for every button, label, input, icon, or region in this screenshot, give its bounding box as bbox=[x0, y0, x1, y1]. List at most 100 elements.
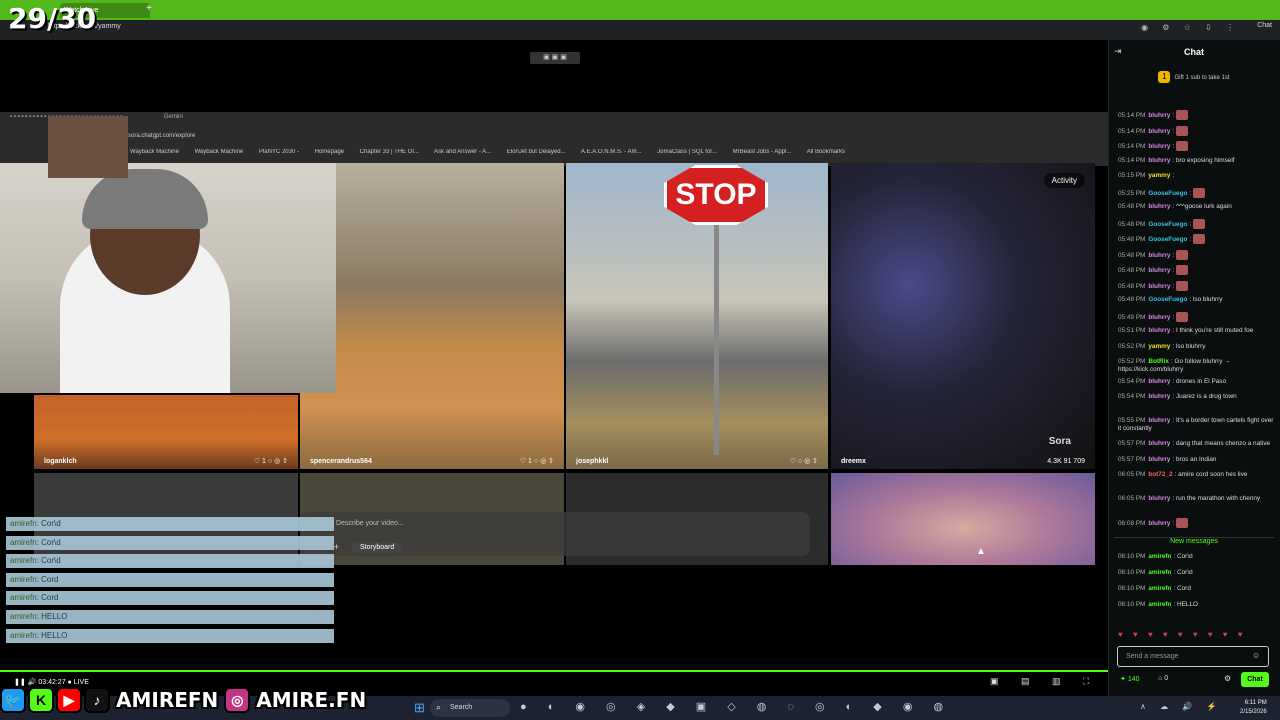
chat-username[interactable]: bluhrry bbox=[1148, 314, 1170, 321]
bookmark: Chapter 33 | THE Ol... bbox=[359, 149, 419, 155]
chat-send-button[interactable]: Chat bbox=[1241, 672, 1269, 687]
chat-message: 05:14 PM bluhrry: bbox=[1118, 141, 1274, 151]
chat-time: 05:14 PM bbox=[1118, 127, 1146, 135]
chat-message: 06:10 PM amirefn: Cor\d bbox=[1118, 553, 1193, 560]
chat-text: bros an Indian bbox=[1175, 456, 1217, 463]
chat-username[interactable]: bluhrry bbox=[1148, 128, 1170, 135]
chat-username[interactable]: bluhrry bbox=[1148, 495, 1170, 502]
new-tab-icon[interactable]: + bbox=[146, 3, 152, 14]
chat-username[interactable]: GooseFuego bbox=[1148, 190, 1187, 197]
emote-icon bbox=[1175, 281, 1188, 291]
system-tray[interactable]: ∧ ☁ 🔊 ⚡ bbox=[1140, 702, 1222, 711]
chat-username[interactable]: bluhrry bbox=[1148, 143, 1170, 150]
chat-username[interactable]: bluhrry bbox=[1148, 203, 1170, 210]
chat-username[interactable]: bluhrry bbox=[1148, 267, 1170, 274]
overlay-chat-text: Cor\d bbox=[41, 556, 61, 565]
chat-text: I think you're still muted foe bbox=[1175, 327, 1254, 334]
chat-username[interactable]: bluhrry bbox=[1148, 378, 1170, 385]
activity-button: Activity bbox=[1043, 173, 1085, 188]
chat-message: 06:10 PM amirefn: HELLO bbox=[1118, 601, 1198, 608]
overlay-chat-text: Cor\d bbox=[41, 538, 61, 547]
stop-sign: STOP bbox=[664, 165, 768, 225]
stop-pole bbox=[714, 225, 719, 455]
chat-message: 05:48 PM bluhrry: bbox=[1118, 250, 1274, 260]
chat-username[interactable]: GooseFuego bbox=[1148, 221, 1187, 228]
chat-text: run the marathon with chenny bbox=[1175, 495, 1261, 502]
extension-icons[interactable]: ◉ ⚙ ☆ ⇩ ⋮ bbox=[1141, 23, 1240, 32]
overlay-chat-user: amirefn bbox=[10, 538, 37, 547]
chat-time: 05:48 PM bbox=[1118, 266, 1146, 274]
emote-icon bbox=[1175, 110, 1188, 120]
chat-message: 05:14 PM bluhrry: bbox=[1118, 126, 1274, 136]
emote-quick-bar[interactable]: ♥ ♥ ♥ ♥ ♥ ♥ ♥ ♥ ♥ bbox=[1118, 630, 1247, 639]
prompt-input: Describe your video... bbox=[336, 520, 404, 527]
chat-message: 05:14 PM bluhrry: bro exposing himself bbox=[1118, 157, 1235, 164]
taskbar-search[interactable]: Search bbox=[430, 699, 510, 717]
chat-username[interactable]: bluhrry bbox=[1148, 327, 1170, 334]
chat-username[interactable]: bluhrry bbox=[1148, 112, 1170, 119]
chat-time: 06:10 PM bbox=[1118, 553, 1146, 560]
chat-text: Cord bbox=[1177, 585, 1191, 592]
tile-stats: ♡ ○ ◎ ⇧ bbox=[789, 458, 818, 465]
chat-username[interactable]: yammy bbox=[1148, 172, 1170, 179]
chat-time: 05:48 PM bbox=[1118, 282, 1146, 290]
chat-username[interactable]: amirefn bbox=[1148, 553, 1171, 560]
chat-username[interactable]: yammy bbox=[1148, 343, 1170, 350]
tiktok-icon: ♪ bbox=[84, 687, 110, 713]
chat-username[interactable]: bluhrry bbox=[1148, 520, 1170, 527]
emoji-icon[interactable]: ☺ bbox=[1252, 651, 1260, 660]
chat-message: 05:14 PM bluhrry: bbox=[1118, 110, 1274, 120]
channel-points[interactable]: ✦ 140 bbox=[1120, 675, 1140, 683]
chat-username[interactable]: bluhrry bbox=[1148, 417, 1170, 424]
chat-username[interactable]: bluhrry bbox=[1148, 283, 1170, 290]
chat-time: 05:49 PM bbox=[1118, 313, 1146, 321]
sora-watermark: Sora bbox=[1048, 436, 1071, 447]
chat-message: 05:48 PM bluhrry: ^^^goose lurk again bbox=[1118, 203, 1232, 210]
chat-message: 06:10 PM amirefn: Cord bbox=[1118, 585, 1191, 592]
overlay-chat-text: HELLO bbox=[41, 612, 68, 621]
chat-message: 06:08 PM bluhrry: bbox=[1118, 518, 1274, 528]
chat-username[interactable]: bluhrry bbox=[1148, 393, 1170, 400]
chat-message: 06:05 PM bluhrry: run the marathon with c… bbox=[1118, 495, 1261, 502]
clock-time: 6:11 PM bbox=[1244, 700, 1267, 706]
taskbar-apps[interactable]: ● ◐ ◉ ◎ ◈ ◆ ▣ ◇ ◍ ◌ ◎ ◐ ◆ ◉ ◍ bbox=[520, 700, 952, 713]
chat-username[interactable]: bluhrry bbox=[1148, 456, 1170, 463]
points-value: 140 bbox=[1127, 676, 1140, 683]
live-timestamp: ❚❚ 🔊 03:42:27 ● LIVE bbox=[14, 679, 89, 686]
profile-chat-label[interactable]: Chat bbox=[1257, 22, 1272, 29]
chat-username[interactable]: amirefn bbox=[1148, 585, 1171, 592]
chat-time: 05:48 PM bbox=[1118, 220, 1146, 228]
chat-time: 05:15 PM bbox=[1118, 172, 1146, 179]
chat-message: 05:55 PM bluhrry: It's a border town cart… bbox=[1118, 417, 1274, 432]
chat-username[interactable]: GooseFuego bbox=[1148, 296, 1187, 303]
chat-input[interactable]: Send a message bbox=[1117, 646, 1269, 667]
tile-username: spencerandrus564 bbox=[310, 458, 372, 465]
address-bar-row: https://kick.com/yammy ◉ ⚙ ☆ ⇩ ⋮ Chat bbox=[0, 20, 1280, 40]
chat-username[interactable]: bluhrry bbox=[1148, 157, 1170, 164]
gear-icon[interactable]: ⚙ bbox=[1224, 674, 1231, 683]
stream-toolbar[interactable]: ▣ ▣ ▣ bbox=[530, 52, 580, 64]
emote-icon bbox=[1175, 141, 1188, 151]
search-icon: ⌕ bbox=[436, 702, 442, 712]
chat-text: Cor\d bbox=[1177, 553, 1193, 560]
chat-username[interactable]: GooseFuego bbox=[1148, 236, 1187, 243]
chat-time: 05:48 PM bbox=[1118, 296, 1146, 303]
chat-username[interactable]: bluhrry bbox=[1148, 252, 1170, 259]
timestamp: 03:42:27 bbox=[38, 679, 66, 686]
chat-text: ^^^goose lurk again bbox=[1175, 203, 1232, 210]
taskbar-clock[interactable]: 6:11 PM 2/15/2026 bbox=[1240, 699, 1267, 717]
bookmark: MrBeast Jobs - Appl... bbox=[732, 149, 792, 155]
windows-start-icon[interactable]: ⊞ bbox=[414, 700, 425, 716]
chat-username[interactable]: BotRix bbox=[1148, 358, 1169, 365]
social-handle: AMIRE.FN bbox=[256, 688, 367, 712]
video-tile: spencerandrus564 ♡ 1 ○ ◎ ⇧ bbox=[300, 163, 564, 469]
timer-count[interactable]: ⌂ 0 bbox=[1158, 675, 1168, 682]
new-messages-divider[interactable]: New messages bbox=[1114, 537, 1274, 546]
chat-username[interactable]: amirefn bbox=[1148, 569, 1171, 576]
chat-username[interactable]: bluhrry bbox=[1148, 440, 1170, 447]
chat-username[interactable]: bot72_2 bbox=[1148, 471, 1172, 478]
chat-username[interactable]: amirefn bbox=[1148, 601, 1171, 608]
count-value: 0 bbox=[1164, 675, 1169, 682]
gift-icon: 1 bbox=[1158, 71, 1171, 83]
gift-sub-banner[interactable]: 1 Gift 1 sub to take 1st bbox=[1108, 70, 1280, 86]
